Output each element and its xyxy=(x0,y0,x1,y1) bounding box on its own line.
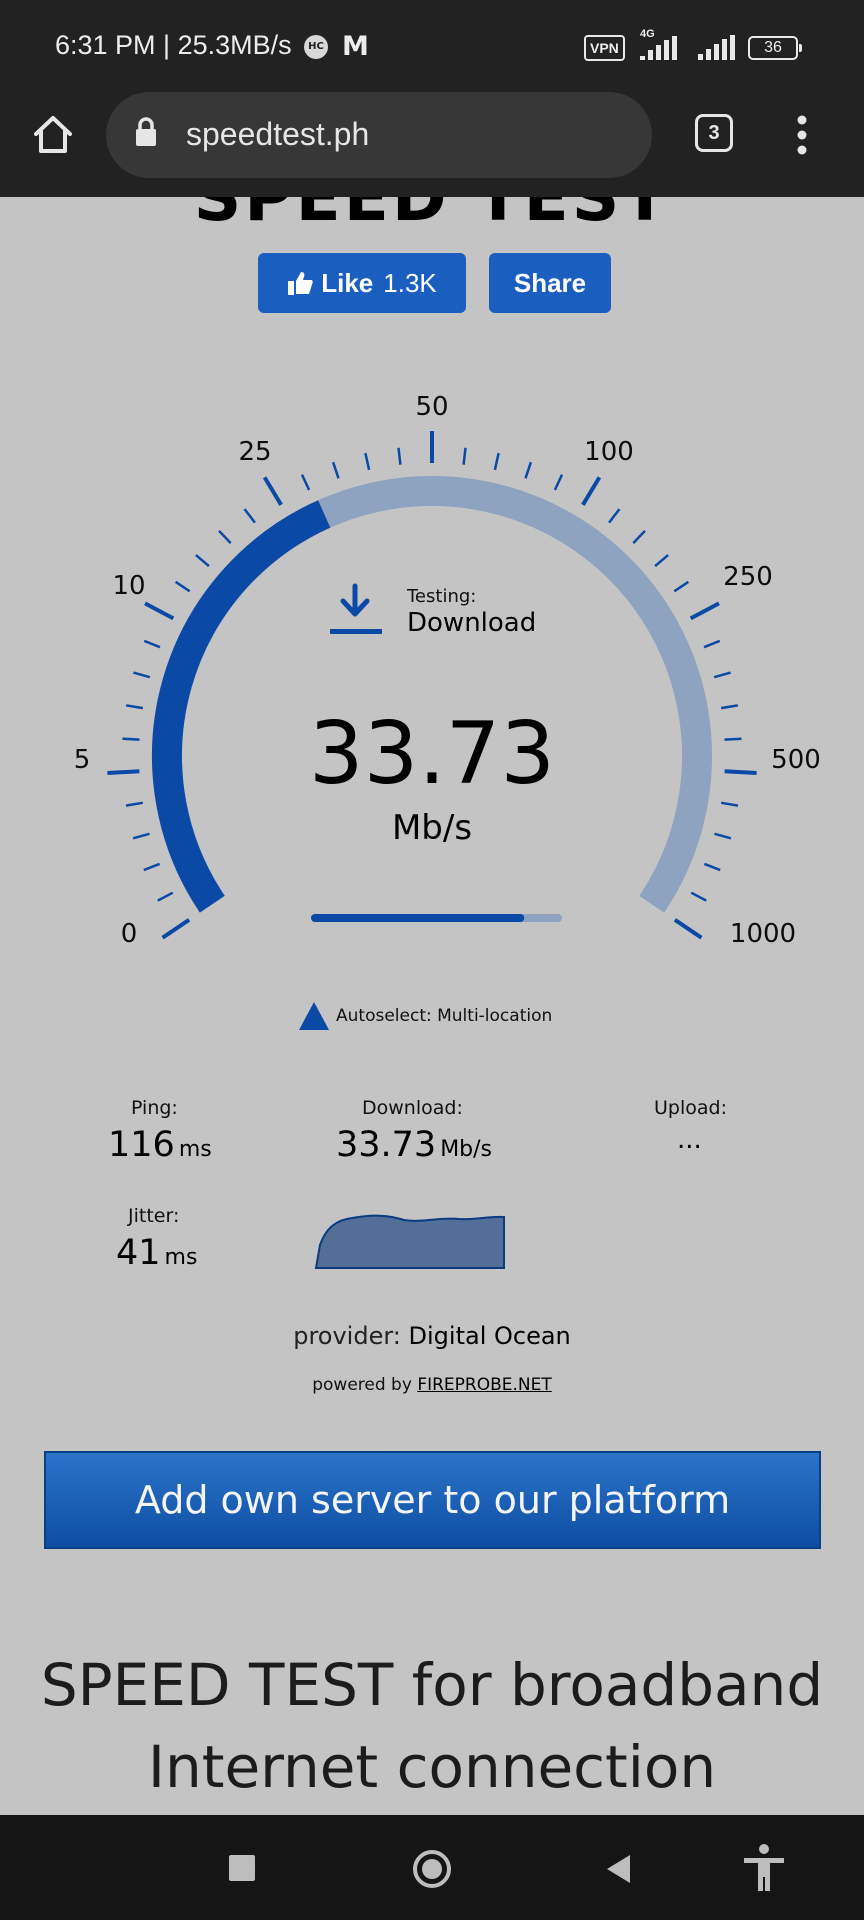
notification-m-icon: M xyxy=(342,31,369,62)
gauge-minor-tick xyxy=(714,832,732,840)
url-bar[interactable]: speedtest.ph xyxy=(106,92,652,178)
status-time: 6:31 PM | 25.3MB/s xyxy=(55,30,292,60)
vpn-icon: VPN xyxy=(584,35,625,61)
page-content: SPEED TEST Like 1.3K Share 0 5 10 25 50 … xyxy=(0,197,864,1815)
accessibility-icon[interactable] xyxy=(742,1843,786,1893)
autoselect-label[interactable]: Autoselect: Multi-location xyxy=(336,1006,552,1026)
upload-value: ... xyxy=(677,1125,702,1155)
gauge-minor-tick xyxy=(300,474,311,491)
download-label: Download: xyxy=(362,1097,463,1119)
url-text[interactable]: speedtest.ph xyxy=(186,116,369,153)
tick-label-250: 250 xyxy=(723,562,773,592)
ping-label: Ping: xyxy=(131,1097,178,1119)
tick-label-5: 5 xyxy=(74,745,91,775)
hd-call-icon: HC xyxy=(304,35,328,59)
gauge-major-tick xyxy=(161,918,191,940)
gauge-minor-tick xyxy=(143,862,161,872)
testing-label: Testing: xyxy=(406,586,476,607)
gauge-minor-tick xyxy=(132,832,150,840)
gauge-minor-tick xyxy=(493,452,500,471)
test-progress-fill xyxy=(311,914,525,922)
gauge-minor-tick xyxy=(608,508,621,524)
more-options-icon[interactable] xyxy=(795,114,809,156)
provider-label: provider: xyxy=(293,1322,401,1350)
tick-label-10: 10 xyxy=(112,571,145,601)
tick-label-0: 0 xyxy=(121,919,138,949)
speed-gauge: 0 5 10 25 50 100 250 500 1000 Testing: D… xyxy=(74,392,821,949)
recents-button[interactable] xyxy=(229,1855,255,1881)
gauge-major-tick xyxy=(581,476,602,506)
testing-value: Download xyxy=(407,608,536,638)
gauge-minor-tick xyxy=(243,508,256,524)
tick-label-25: 25 xyxy=(238,437,271,467)
home-button[interactable] xyxy=(411,1848,453,1890)
gauge-major-tick xyxy=(724,769,757,775)
signal-icon xyxy=(640,34,690,60)
gauge-minor-tick xyxy=(654,554,669,568)
gauge-minor-tick xyxy=(724,737,742,741)
gauge-minor-tick xyxy=(125,801,144,807)
upload-label: Upload: xyxy=(654,1097,727,1119)
gauge-minor-tick xyxy=(397,447,402,465)
tick-label-1000: 1000 xyxy=(730,919,796,949)
gauge-minor-tick xyxy=(218,529,232,544)
gauge-minor-tick xyxy=(673,580,690,593)
signal-icon-2 xyxy=(698,34,738,60)
gauge-minor-tick xyxy=(720,801,739,807)
gauge-minor-tick xyxy=(713,671,731,679)
section-title-line2: Internet connection xyxy=(147,1733,717,1801)
fireprobe-link[interactable]: FIREPROBE.NET xyxy=(417,1375,551,1395)
section-title-line1: SPEED TEST for broadband xyxy=(40,1651,824,1719)
gauge-minor-tick xyxy=(553,474,564,491)
gauge-major-tick xyxy=(262,476,283,506)
gauge-major-tick xyxy=(107,769,140,775)
gauge-minor-tick xyxy=(195,554,210,568)
powered-by: powered by FIREPROBE.NET xyxy=(0,1375,864,1395)
ping-value: 116 ms xyxy=(108,1125,212,1165)
gauge-minor-tick xyxy=(690,891,707,902)
gauge-minor-tick xyxy=(720,704,738,710)
gauge-minor-tick xyxy=(364,452,371,471)
system-nav-bar xyxy=(0,1815,864,1920)
gauge-minor-tick xyxy=(133,671,151,679)
gauge-minor-tick xyxy=(157,891,174,902)
status-bar: 6:31 PM | 25.3MB/s HC M VPN 4G 36 xyxy=(0,0,864,92)
gauge-major-tick xyxy=(144,601,175,621)
gauge-arc-progress xyxy=(151,500,331,913)
gauge-minor-tick xyxy=(126,704,144,710)
battery-icon: 36 xyxy=(748,36,802,60)
browser-toolbar: speedtest.ph 3 xyxy=(0,92,864,197)
provider-name: Digital Ocean xyxy=(408,1322,571,1350)
triangle-icon xyxy=(299,1002,329,1030)
jitter-label: Jitter: xyxy=(128,1205,180,1227)
lock-icon xyxy=(136,117,156,146)
gauge-minor-tick xyxy=(143,639,161,649)
download-arrow-icon xyxy=(330,583,382,634)
gauge-minor-tick xyxy=(524,461,533,479)
back-button[interactable] xyxy=(604,1853,632,1885)
gauge-major-tick xyxy=(689,601,720,621)
gauge-minor-tick xyxy=(703,639,721,649)
server-select[interactable]: Autoselect: Multi-location xyxy=(298,1001,552,1031)
gauge-major-tick xyxy=(673,918,703,940)
tick-label-50: 50 xyxy=(415,392,448,422)
home-icon[interactable] xyxy=(30,112,76,156)
gauge-minor-tick xyxy=(632,529,646,544)
gauge-minor-tick xyxy=(174,580,191,593)
gauge-minor-tick xyxy=(122,737,140,741)
speed-unit: Mb/s xyxy=(392,808,472,848)
tick-label-100: 100 xyxy=(584,437,634,467)
gauge-minor-tick xyxy=(331,461,340,479)
jitter-value: 41 ms xyxy=(116,1233,198,1273)
gauge-minor-tick xyxy=(703,862,721,872)
speed-value: 33.73 xyxy=(309,704,555,804)
download-value: 33.73 Mb/s xyxy=(336,1125,493,1165)
provider-info: provider: Digital Ocean xyxy=(0,1322,864,1350)
download-speed-graph xyxy=(314,1214,505,1269)
add-server-button[interactable]: Add own server to our platform xyxy=(44,1451,821,1549)
tab-switcher-button[interactable]: 3 xyxy=(695,114,733,152)
gauge-minor-tick xyxy=(462,447,467,465)
tick-label-500: 500 xyxy=(771,745,821,775)
powered-label: powered by xyxy=(312,1375,412,1395)
